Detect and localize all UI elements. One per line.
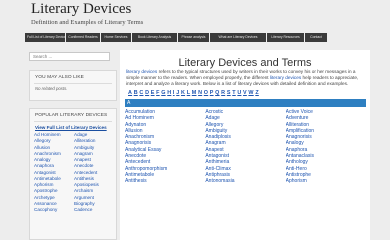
nav-item-book-analysis[interactable]: Book Literary Analysis	[132, 33, 177, 42]
nav-item-confirmed-readers[interactable]: Confirmed Readers	[66, 33, 100, 42]
alphabet-link-l[interactable]: L	[187, 90, 191, 96]
nav-item-phrase-analysis[interactable]: Phrase analysis	[178, 33, 209, 42]
alphabet-link-e[interactable]: E	[151, 90, 155, 96]
intro-link-literary-devices-2[interactable]: literary devices	[270, 75, 301, 80]
alphabet-link-s[interactable]: S	[227, 90, 231, 96]
main-content: Literary Devices and Terms literary devi…	[120, 50, 370, 240]
alphabet-link-j[interactable]: J	[176, 90, 179, 96]
alphabet-link-d[interactable]: D	[145, 90, 149, 96]
alphabet-link-c[interactable]: C	[139, 90, 143, 96]
nav-item-home-services[interactable]: Home Services	[101, 33, 131, 42]
widget-title-related: YOU MAY ALSO LIKE	[35, 75, 84, 80]
site-description: Definition and Examples of Literary Term…	[31, 19, 144, 26]
page: Literary Devices Definition and Examples…	[0, 0, 390, 240]
alphabet-index: ABCDEFGHIJKLMNOPQRSTUVWZ	[128, 90, 368, 96]
intro-paragraph: literary devices refers to the typical s…	[126, 69, 368, 87]
alphabet-link-z[interactable]: Z	[255, 90, 259, 96]
alphabet-link-t[interactable]: T	[232, 90, 236, 96]
alphabet-link-b[interactable]: B	[134, 90, 138, 96]
nav-item-what-are-devices[interactable]: What are Literary Devices	[210, 33, 266, 42]
main-nav: Full List of Literary Devices Confirmed …	[25, 33, 366, 42]
alphabet-link-n[interactable]: N	[198, 90, 202, 96]
site-title[interactable]: Literary Devices	[31, 1, 131, 18]
popular-devices-list: Ad Hominem Adage Allegory Alliteration Allus…	[30, 130, 116, 213]
search-input[interactable]: Search ...	[29, 52, 110, 61]
letter-section-header: A	[125, 99, 366, 107]
nav-item-contact[interactable]: Contact	[305, 33, 327, 42]
alphabet-link-o[interactable]: O	[204, 90, 208, 96]
term-link-antonomasia[interactable]: Antonomasia	[205, 178, 285, 184]
alphabet-link-w[interactable]: W	[248, 90, 253, 96]
nav-item-literary-resources[interactable]: Literary Resources	[267, 33, 304, 42]
alphabet-link-u[interactable]: U	[237, 90, 241, 96]
terms-list: Accumulation Acrostic Active Voice Ad Homin…	[125, 109, 366, 185]
popular-device-link-cacophony[interactable]: Cacophony	[34, 207, 74, 213]
alphabet-link-i[interactable]: I	[173, 90, 175, 96]
alphabet-link-q[interactable]: Q	[215, 90, 219, 96]
widget-title-popular: POPULAR LITERARY DEVICES	[35, 113, 108, 118]
alphabet-link-g[interactable]: G	[161, 90, 165, 96]
full-list-link[interactable]: View Full List of Literary Devices	[30, 122, 116, 130]
popular-device-link-cadence[interactable]: Cadence	[74, 207, 114, 213]
alphabet-link-p[interactable]: P	[210, 90, 214, 96]
related-posts-widget: YOU MAY ALSO LIKE No related posts.	[29, 70, 117, 101]
alphabet-link-r[interactable]: R	[221, 90, 225, 96]
alphabet-link-k[interactable]: K	[181, 90, 185, 96]
popular-devices-widget: POPULAR LITERARY DEVICES View Full List …	[29, 108, 117, 240]
alphabet-link-v[interactable]: V	[243, 90, 247, 96]
alphabet-link-f[interactable]: F	[156, 90, 160, 96]
no-related-posts-text: No related posts.	[35, 86, 68, 91]
term-link-antithesis[interactable]: Antithesis	[125, 178, 205, 184]
alphabet-link-m[interactable]: M	[192, 90, 197, 96]
alphabet-link-a[interactable]: A	[128, 90, 132, 96]
alphabet-link-h[interactable]: H	[167, 90, 171, 96]
intro-link-literary-devices[interactable]: literary devices	[126, 69, 157, 74]
term-link-aphorism[interactable]: Aphorism	[286, 178, 366, 184]
nav-item-full-list[interactable]: Full List of Literary Devices	[25, 33, 65, 42]
